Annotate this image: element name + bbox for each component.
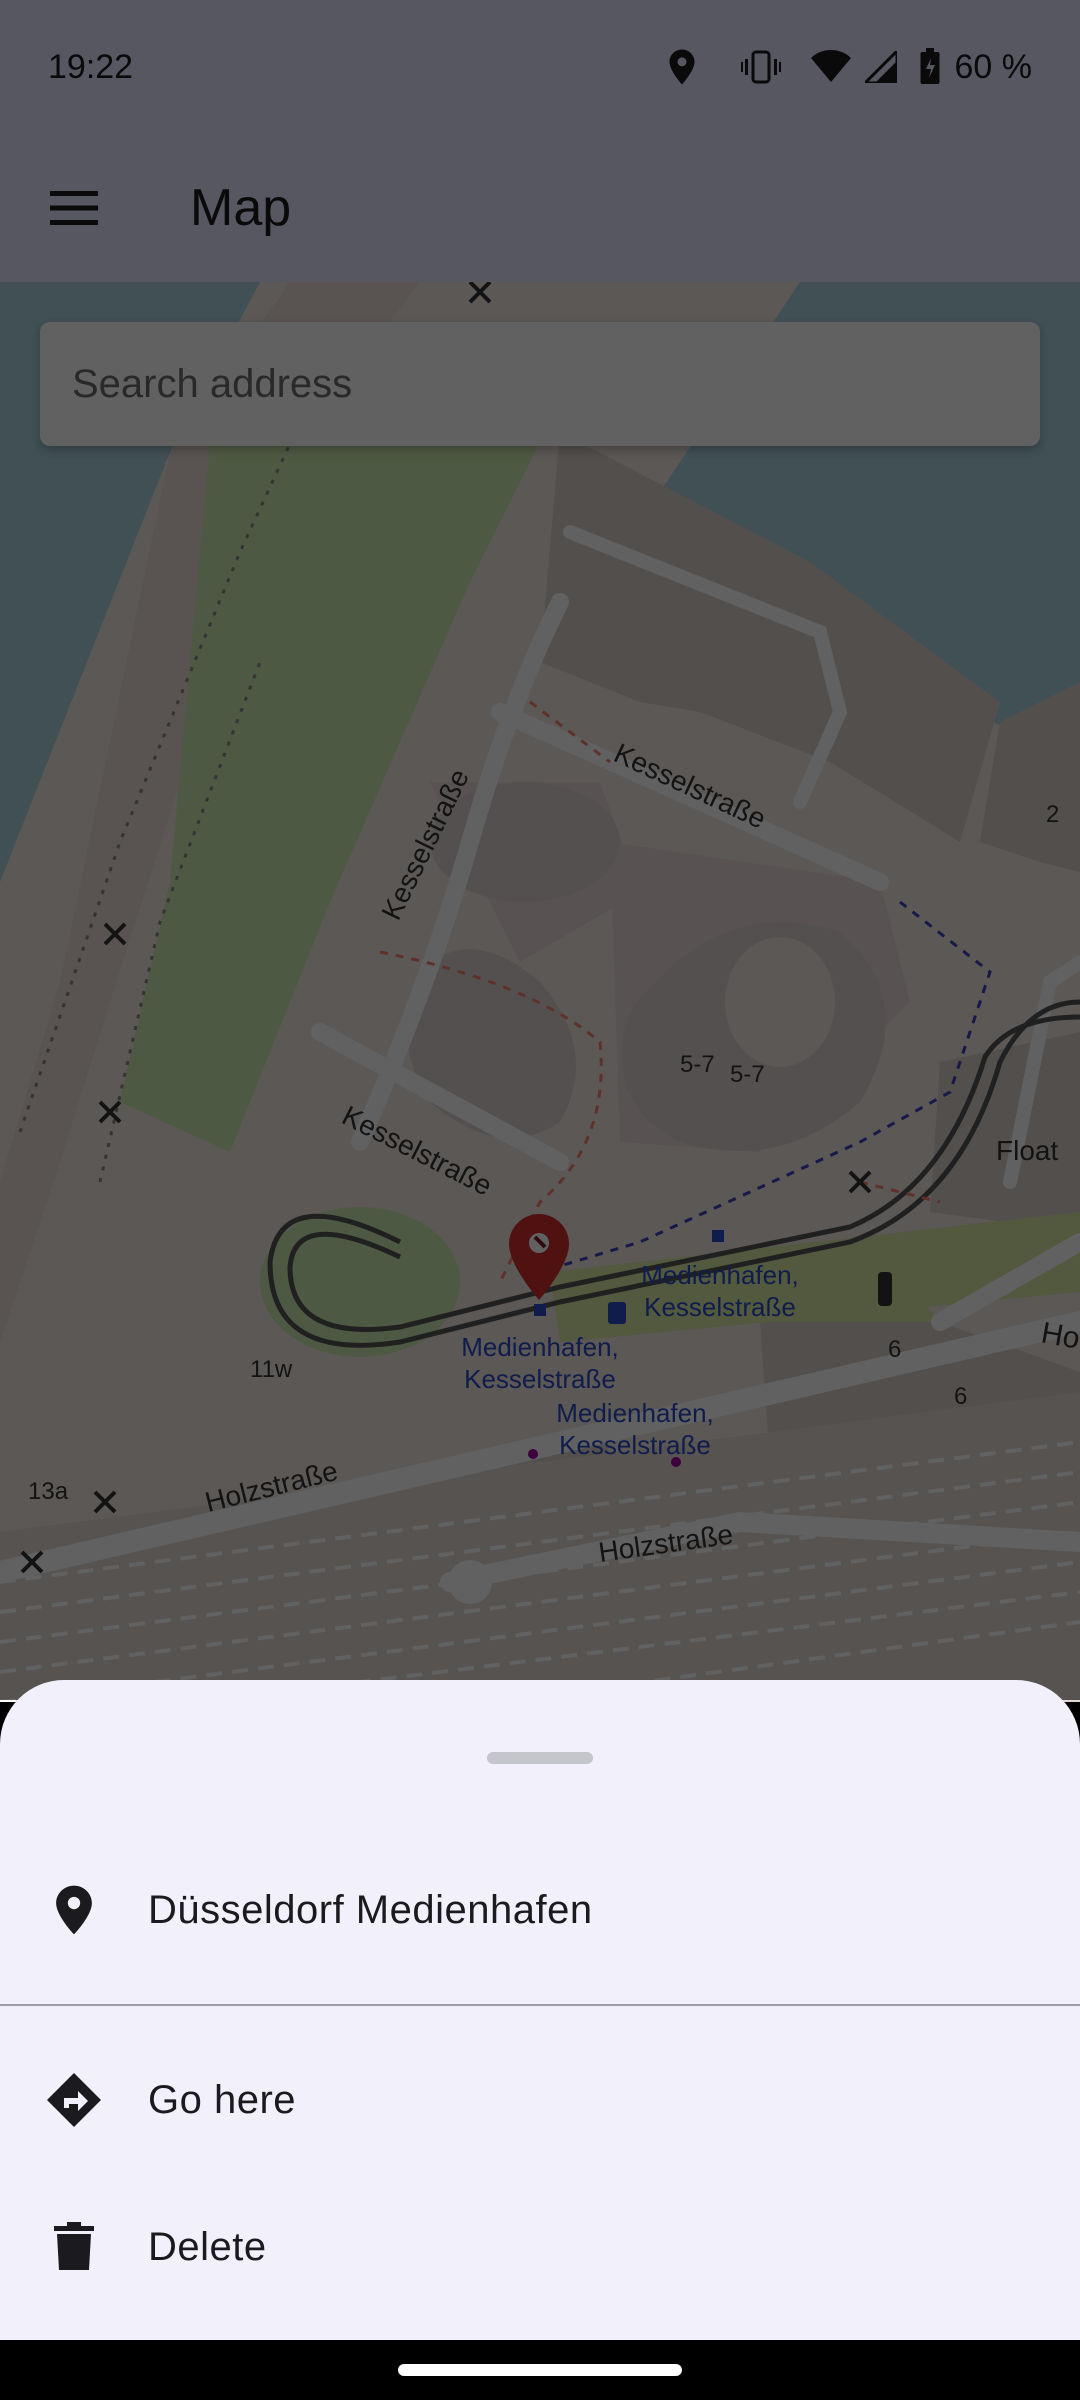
bottom-sheet: Düsseldorf Medienhafen Go here Delete <box>0 1680 1080 2340</box>
delete-button[interactable]: Delete <box>0 2177 1080 2317</box>
street-label: Kesselstraße <box>609 737 770 834</box>
map-view[interactable]: Kesselstraße Kesselstraße Kesselstraße H… <box>0 282 1080 1702</box>
house-number: 6 <box>888 1336 901 1363</box>
stop-label: Medienhafen, <box>461 1332 619 1362</box>
map-canvas: Kesselstraße Kesselstraße Kesselstraße H… <box>0 282 1080 1702</box>
place-name: Düsseldorf Medienhafen <box>148 1887 593 1932</box>
house-number: 13a <box>28 1478 69 1505</box>
search-placeholder: Search address <box>72 361 353 406</box>
stop-label: Kesselstraße <box>464 1364 616 1394</box>
trash-icon <box>0 2222 148 2272</box>
stop-label: Medienhafen, <box>641 1260 799 1290</box>
menu-icon[interactable] <box>0 134 148 282</box>
app-bar: Map <box>0 134 1080 282</box>
go-here-label: Go here <box>148 2077 297 2122</box>
go-here-button[interactable]: Go here <box>0 2030 1080 2170</box>
directions-icon <box>0 2072 148 2128</box>
stop-label: Kesselstraße <box>644 1292 796 1322</box>
divider <box>0 2004 1080 2006</box>
location-pin-icon <box>0 1884 148 1936</box>
home-gesture-handle[interactable] <box>398 2364 682 2376</box>
status-bar: 19:22 60 % <box>0 0 1080 134</box>
drag-handle[interactable] <box>487 1752 593 1764</box>
place-row: Düsseldorf Medienhafen <box>0 1840 1080 1980</box>
street-label: Ho <box>1039 1316 1080 1355</box>
battery-percent: 60 % <box>954 47 1033 86</box>
poi-label: Float <box>996 1135 1058 1166</box>
stop-label: Kesselstraße <box>559 1430 711 1460</box>
page-title: Map <box>190 179 292 237</box>
wifi-icon <box>810 50 851 84</box>
vibrate-icon <box>740 50 781 84</box>
house-number: 6 <box>954 1383 967 1410</box>
location-icon <box>667 48 697 86</box>
stop-label: Medienhafen, <box>556 1398 714 1428</box>
house-number: 11w <box>250 1356 293 1383</box>
status-time: 19:22 <box>48 47 134 86</box>
delete-label: Delete <box>148 2224 267 2269</box>
map-pin-icon[interactable] <box>507 1212 571 1307</box>
house-number: 2 <box>1046 801 1059 828</box>
search-input[interactable]: Search address <box>40 322 1040 446</box>
signal-icon <box>864 51 897 83</box>
house-number: 5-7 <box>730 1061 765 1088</box>
house-number: 5-7 <box>680 1051 715 1078</box>
battery-icon <box>919 48 941 86</box>
